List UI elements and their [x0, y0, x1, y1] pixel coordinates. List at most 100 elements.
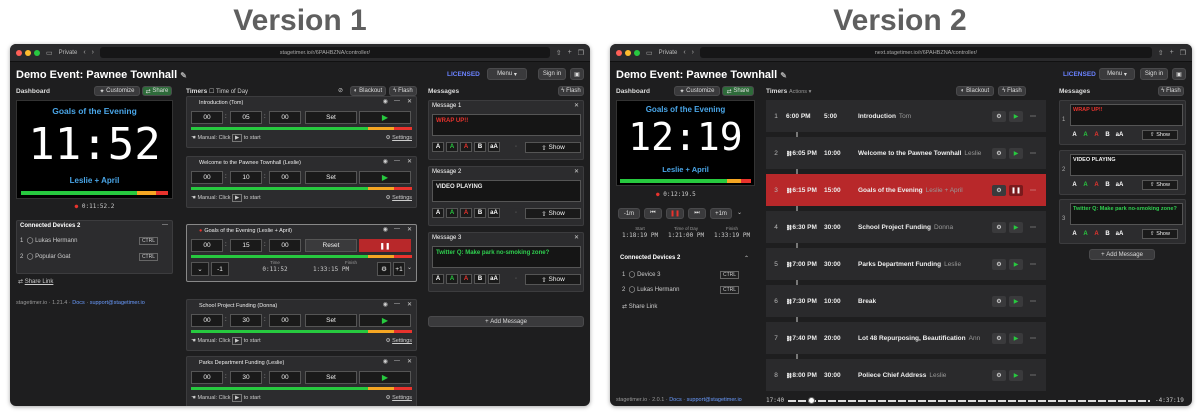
seconds-input[interactable]: 00 [269, 239, 301, 252]
red-text-button[interactable]: A [460, 208, 472, 218]
seconds-input[interactable]: 00 [269, 371, 301, 384]
gear-icon[interactable]: ⚙ [992, 221, 1006, 233]
support-link[interactable]: support@stagetimer.io [90, 300, 145, 306]
delete-icon[interactable]: ✕ [407, 158, 412, 165]
eye-icon[interactable]: ◉ [383, 301, 388, 308]
minutes-input[interactable]: 10 [230, 171, 262, 184]
set-button[interactable]: Set [305, 371, 357, 384]
more-icon[interactable]: ⋯ [1026, 370, 1040, 381]
flash-message-button[interactable]: ϟ Flash [1158, 86, 1184, 96]
new-tab-icon[interactable]: + [568, 49, 572, 56]
timer-card[interactable]: School Project Funding (Donna) ◉ — ✕ 00 … [186, 299, 417, 351]
minimize-icon[interactable]: — [394, 98, 400, 104]
share-link[interactable]: ⇄ Share Link [622, 303, 657, 310]
share-button[interactable]: ⇄ Share [142, 86, 172, 96]
set-button[interactable]: Set [305, 111, 357, 124]
more-icon[interactable]: ⋯ [1026, 111, 1040, 122]
timeline-bar[interactable] [788, 400, 1150, 402]
green-text-button[interactable]: A [1081, 180, 1090, 190]
message-text[interactable]: Twitter Q: Make park no-smoking zone? [432, 246, 581, 268]
timer-row[interactable]: 6 ⛓7:30 PM 10:00 Break ⚙ ▶ ⋯ [766, 285, 1046, 317]
tabs-icon[interactable]: ❐ [578, 49, 584, 57]
minutes-input[interactable]: 30 [230, 371, 262, 384]
back-icon[interactable]: ‹ [83, 49, 85, 56]
add-message-button[interactable]: + Add Message [428, 316, 584, 327]
show-message-button[interactable]: ⇧ Show [525, 142, 581, 153]
gear-icon[interactable]: ⚙ [992, 369, 1006, 381]
sidebar-icon[interactable]: ▭ [646, 49, 653, 57]
pause-icon[interactable]: ❚❚ [1009, 184, 1023, 196]
chevron-down-icon[interactable]: ⌄ [191, 262, 209, 276]
menu-button[interactable]: Menu ▾ [1099, 68, 1135, 80]
sign-in-button[interactable]: Sign in [1140, 68, 1168, 80]
minutes-input[interactable]: 05 [230, 111, 262, 124]
timer-card[interactable]: Welcome to the Pawnee Townhall (Leslie) … [186, 156, 417, 208]
delete-icon[interactable]: ✕ [574, 102, 579, 109]
tabs-icon[interactable]: ❐ [1180, 49, 1186, 57]
eye-icon[interactable]: ◉ [383, 226, 388, 233]
minus-minute-button[interactable]: -1m [618, 208, 640, 219]
hours-input[interactable]: 00 [191, 171, 223, 184]
timer-card[interactable]: Parks Department Funding (Leslie) ◉ — ✕ … [186, 356, 417, 406]
white-text-button[interactable]: A [1070, 229, 1079, 239]
case-button[interactable]: aA [488, 208, 500, 218]
play-icon[interactable]: ▶ [1009, 221, 1023, 233]
show-message-button[interactable]: ⇧ Show [1142, 130, 1178, 140]
message-text[interactable]: VIDEO PLAYING [1070, 154, 1183, 176]
eye-icon[interactable]: ◉ [383, 358, 388, 365]
white-text-button[interactable]: A [432, 142, 444, 152]
gear-icon[interactable]: ⚙ [992, 110, 1006, 122]
sidebar-icon[interactable]: ▭ [46, 49, 53, 57]
red-text-button[interactable]: A [1092, 229, 1101, 239]
flash-button[interactable]: ϟ Flash [998, 86, 1026, 96]
more-icon[interactable]: ◦ [515, 210, 517, 216]
timer-row[interactable]: 4 ⛓6:30 PM 30:00 School Project Funding D… [766, 211, 1046, 243]
pause-button[interactable]: ❚❚ [359, 239, 411, 252]
sign-in-button[interactable]: Sign in [538, 68, 566, 80]
edit-icon[interactable]: ✎ [780, 71, 787, 80]
settings-link[interactable]: ⚙ Settings [386, 195, 412, 201]
bold-button[interactable]: B [1103, 180, 1112, 190]
customize-button[interactable]: ✦ Customize [674, 86, 720, 96]
hide-icon[interactable]: ⊘ [338, 87, 343, 94]
message-card[interactable]: Message 2 ✕ VIDEO PLAYING A A A B aA ◦ ⇧… [428, 166, 584, 226]
docs-link[interactable]: Docs [72, 300, 85, 306]
show-message-button[interactable]: ⇧ Show [525, 274, 581, 285]
show-message-button[interactable]: ⇧ Show [525, 208, 581, 219]
customize-button[interactable]: ✦ Customize [94, 86, 140, 96]
gear-icon[interactable]: ⚙ [992, 258, 1006, 270]
minus-minute-button[interactable]: -1 [211, 262, 229, 276]
chevron-down-icon[interactable]: ⌄ [407, 264, 412, 271]
gear-icon[interactable]: ⚙ [992, 184, 1006, 196]
back-icon[interactable]: ‹ [683, 49, 685, 56]
delete-icon[interactable]: ✕ [407, 358, 412, 365]
settings-link[interactable]: ⚙ Settings [386, 338, 412, 344]
seconds-input[interactable]: 00 [269, 171, 301, 184]
green-text-button[interactable]: A [446, 208, 458, 218]
plus-minute-button[interactable]: +1 [393, 262, 405, 276]
more-icon[interactable]: ⋯ [1026, 333, 1040, 344]
case-button[interactable]: aA [1114, 180, 1125, 190]
message-card[interactable]: Message 3 ✕ Twitter Q: Make park no-smok… [428, 232, 584, 292]
window-controls[interactable] [616, 49, 640, 56]
share-link[interactable]: ⇄ Share Link [18, 278, 53, 285]
reset-button[interactable]: Reset [305, 239, 357, 252]
timer-card[interactable]: ● Goals of the Evening (Leslie + April) ◉… [186, 224, 417, 282]
green-text-button[interactable]: A [1081, 130, 1090, 140]
start-button[interactable]: ▶ [359, 111, 411, 124]
minutes-input[interactable]: 15 [230, 239, 262, 252]
bold-button[interactable]: B [1103, 130, 1112, 140]
start-button[interactable]: ▶ [359, 371, 411, 384]
white-text-button[interactable]: A [1070, 130, 1079, 140]
more-icon[interactable]: ◦ [515, 144, 517, 150]
hours-input[interactable]: 00 [191, 371, 223, 384]
message-card[interactable]: 1 WRAP UP!! A A A B aA ⇧ Show [1059, 100, 1186, 145]
url-bar[interactable]: stagetimer.io/r/6PAHBZNA/controller/ [100, 47, 550, 58]
more-icon[interactable]: ⋯ [1026, 222, 1040, 233]
pause-icon[interactable]: ❚❚ [666, 208, 684, 219]
red-text-button[interactable]: A [460, 142, 472, 152]
gear-icon[interactable]: ⚙ [992, 295, 1006, 307]
bold-button[interactable]: B [474, 142, 486, 152]
delete-icon[interactable]: ✕ [407, 226, 412, 233]
blackout-button[interactable]: ◐ Blackout [956, 86, 994, 96]
